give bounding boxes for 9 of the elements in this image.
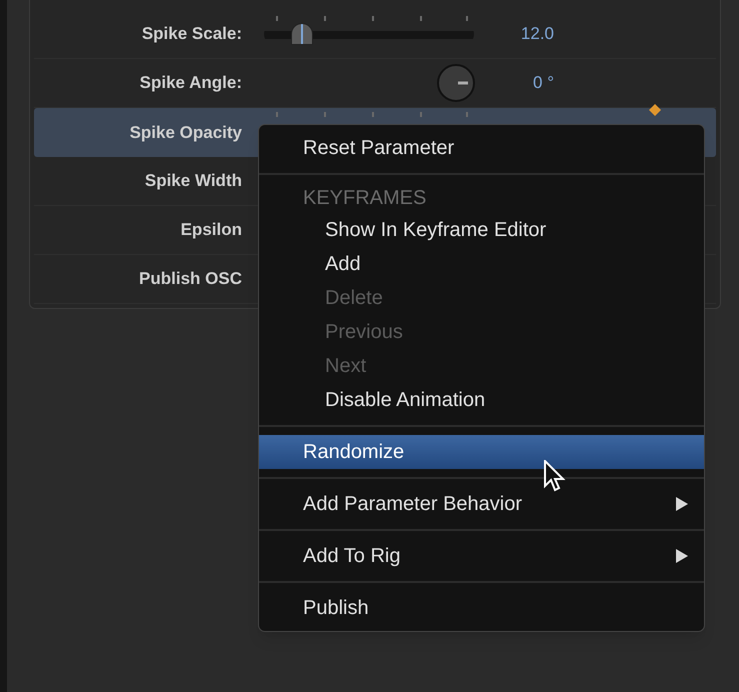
value-text: 12.0 [520, 23, 554, 46]
parameter-label: Spike Opacity [130, 122, 242, 144]
parameter-label: Spike Angle: [140, 72, 242, 94]
parameter-label: Epsilon [180, 219, 242, 242]
section-header: KEYFRAMES [303, 186, 426, 211]
parameter-label: Publish OSC [139, 268, 242, 290]
parameter-label: Spike Scale: [142, 23, 242, 46]
parameter-label: Spike Width [144, 170, 242, 192]
value-text: 0 ° [533, 72, 554, 94]
